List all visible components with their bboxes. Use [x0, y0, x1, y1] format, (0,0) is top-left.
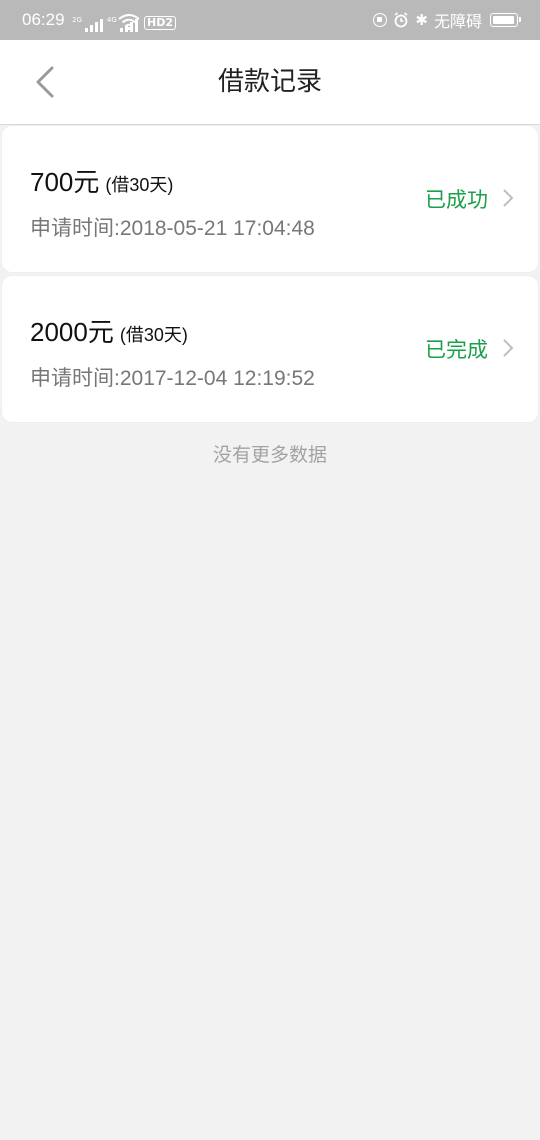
lock-rotation-icon — [373, 13, 388, 27]
status-right-icons: ✱ 无障碍 — [373, 0, 521, 40]
amount-value: 700元 — [30, 167, 100, 197]
accessibility-label: 无障碍 — [433, 12, 482, 31]
navigation-bar: 借款记录 — [0, 40, 540, 125]
page-title: 借款记录 — [217, 67, 322, 97]
status-bar: 06:29 2G 4G HD2 ✱ 无障碍 — [0, 0, 540, 40]
loan-term: (借30天) — [105, 175, 174, 195]
chevron-right-icon — [503, 339, 514, 357]
signal-type-label: 4G — [106, 16, 117, 24]
loan-amount: 700元 (借30天) — [30, 162, 173, 199]
apply-time: 申请时间:2018-05-21 17:04:48 — [30, 217, 315, 240]
hd-voice-icon: HD2 — [144, 16, 176, 30]
amount-value: 2000元 — [30, 317, 114, 347]
no-more-data-text: 没有更多数据 — [212, 444, 327, 466]
signal-icon: 2G — [72, 16, 103, 32]
signal-type-label: 2G — [72, 16, 82, 24]
alarm-icon — [394, 12, 408, 28]
chevron-right-icon — [503, 189, 514, 207]
loan-record-card[interactable]: 700元 (借30天) 申请时间:2018-05-21 17:04:48 已成功 — [2, 126, 538, 272]
clock-time: 06:29 — [22, 10, 65, 29]
status-label: 已成功 — [425, 188, 488, 212]
apply-time: 申请时间:2017-12-04 12:19:52 — [30, 367, 315, 390]
bluetooth-icon: ✱ — [415, 10, 428, 29]
wifi-icon — [118, 14, 140, 30]
battery-icon — [490, 13, 521, 27]
loan-amount: 2000元 (借30天) — [30, 312, 188, 349]
loan-term: (借30天) — [119, 325, 188, 345]
status-label: 已完成 — [425, 338, 488, 362]
loan-record-card[interactable]: 2000元 (借30天) 申请时间:2017-12-04 12:19:52 已完成 — [2, 276, 538, 422]
